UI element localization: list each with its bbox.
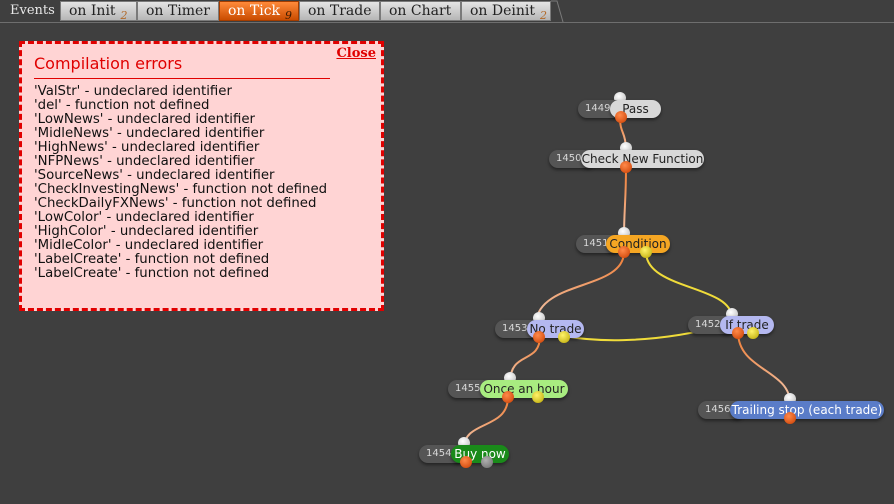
node-label: Trailing stop (each trade) bbox=[730, 401, 884, 419]
node-label: Condition bbox=[606, 235, 670, 253]
output-port-true[interactable] bbox=[533, 331, 545, 343]
output-port-true[interactable] bbox=[502, 391, 514, 403]
output-port[interactable] bbox=[620, 161, 632, 173]
node-label: Once an hour bbox=[480, 380, 568, 398]
output-port-true[interactable] bbox=[732, 327, 744, 339]
connection-wire bbox=[535, 251, 625, 323]
output-port[interactable] bbox=[784, 412, 796, 424]
output-port-false[interactable] bbox=[481, 456, 493, 468]
node-label: Check New Function bbox=[581, 150, 704, 168]
connection-wire bbox=[737, 331, 791, 404]
connection-wire bbox=[463, 396, 509, 449]
output-port-false[interactable] bbox=[640, 246, 652, 258]
output-port-false[interactable] bbox=[747, 327, 759, 339]
flow-connections bbox=[463, 116, 791, 449]
output-port-true[interactable] bbox=[618, 246, 630, 258]
connection-wire bbox=[645, 251, 733, 319]
output-port-false[interactable] bbox=[558, 331, 570, 343]
output-port[interactable] bbox=[615, 111, 627, 123]
output-port-false[interactable] bbox=[532, 391, 544, 403]
output-port-true[interactable] bbox=[460, 456, 472, 468]
